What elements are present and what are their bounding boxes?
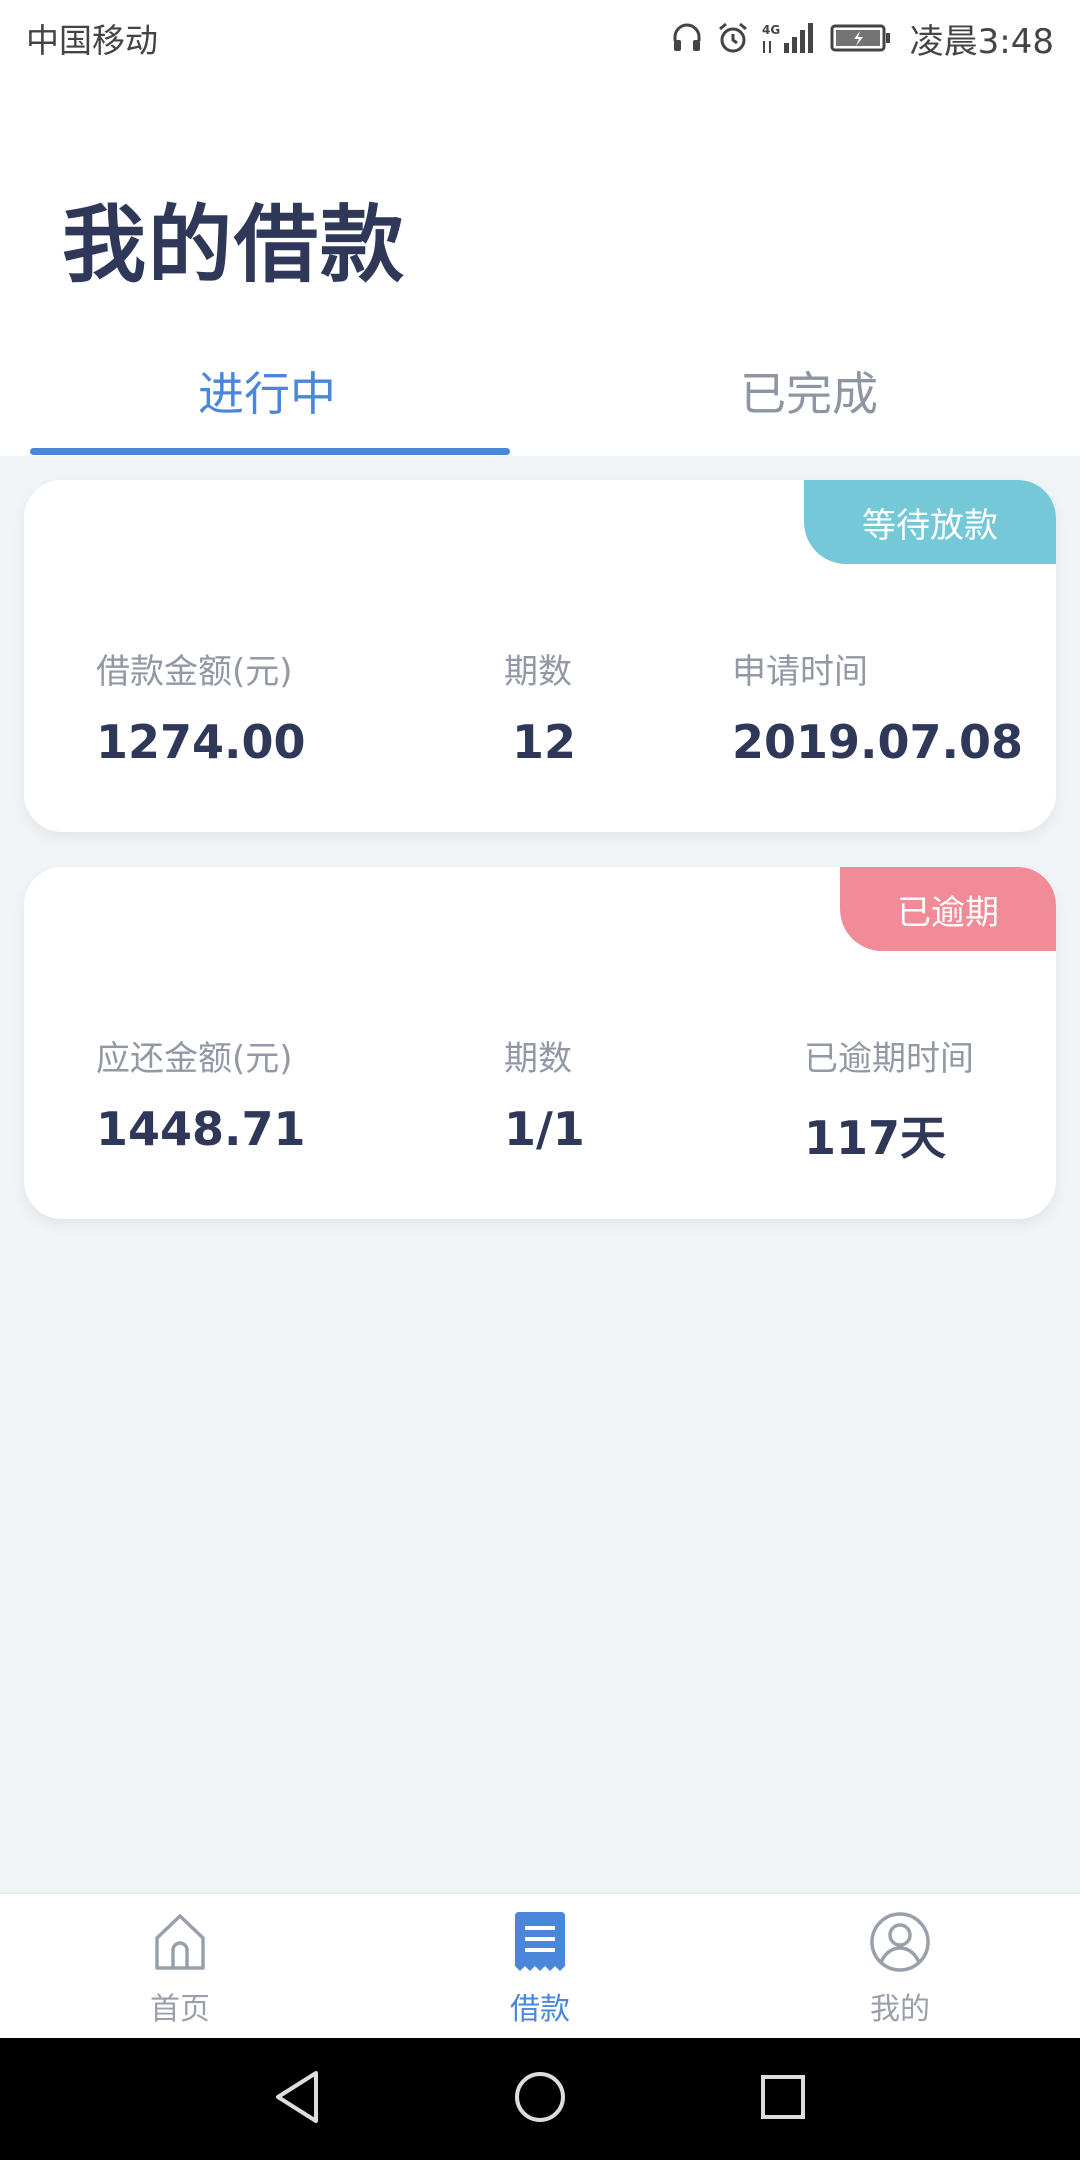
field-label: 借款金额(元) xyxy=(96,652,293,692)
nav-loan[interactable]: 借款 xyxy=(440,1910,640,2028)
nav-label: 我的 xyxy=(870,1992,930,2027)
status-bar: 中国移动 4G 凌晨3:48 xyxy=(0,0,1080,76)
field-value: 2019.07.08 xyxy=(732,715,1024,769)
field-label: 已逾期时间 xyxy=(804,1039,974,1079)
headset-icon xyxy=(670,21,704,55)
bottom-navigation: 首页 借款 我的 xyxy=(0,1892,1080,2038)
system-navigation-bar xyxy=(0,2038,1080,2160)
battery-icon xyxy=(830,22,892,54)
field-value: 1448.71 xyxy=(96,1102,306,1156)
recents-icon[interactable] xyxy=(758,2072,808,2126)
field-value: 1/1 xyxy=(504,1102,585,1156)
status-badge: 等待放款 xyxy=(804,480,1056,564)
installments-field: 期数 1/1 xyxy=(504,1031,585,1156)
field-label: 期数 xyxy=(504,1039,572,1079)
active-tab-indicator xyxy=(30,448,510,455)
carrier-name: 中国移动 xyxy=(26,21,158,60)
profile-icon xyxy=(868,1910,932,1978)
loan-amount-field: 借款金额(元) 1274.00 xyxy=(96,644,306,769)
due-amount-field: 应还金额(元) 1448.71 xyxy=(96,1031,306,1156)
status-icons: 4G 凌晨3:48 xyxy=(670,14,1054,63)
tab-in-progress[interactable]: 进行中 xyxy=(198,358,336,424)
nav-label: 借款 xyxy=(510,1992,570,2027)
nav-mine[interactable]: 我的 xyxy=(800,1910,1000,2028)
field-label: 申请时间 xyxy=(732,652,868,692)
tab-completed[interactable]: 已完成 xyxy=(740,358,878,424)
nav-home[interactable]: 首页 xyxy=(80,1910,280,2028)
installments-field: 期数 12 xyxy=(504,644,576,769)
clock-time: 凌晨3:48 xyxy=(909,21,1054,62)
overdue-duration-field: 已逾期时间 117天 xyxy=(804,1031,974,1168)
field-label: 期数 xyxy=(504,652,572,692)
apply-date-field: 申请时间 2019.07.08 xyxy=(732,644,1023,769)
loan-card-pending[interactable]: 等待放款 借款金额(元) 1274.00 期数 12 申请时间 2019.07.… xyxy=(24,480,1056,832)
svg-text:4G: 4G xyxy=(762,23,780,37)
signal-icon: 4G xyxy=(762,21,818,55)
loan-document-icon xyxy=(511,1910,569,1978)
home-circle-icon[interactable] xyxy=(512,2069,568,2129)
nav-label: 首页 xyxy=(150,1992,210,2027)
page-title: 我的借款 xyxy=(62,196,407,294)
loan-list: 等待放款 借款金额(元) 1274.00 期数 12 申请时间 2019.07.… xyxy=(0,456,1080,1892)
field-value: 12 xyxy=(512,715,577,769)
field-value: 1274.00 xyxy=(96,715,306,769)
status-badge: 已逾期 xyxy=(840,867,1056,951)
field-value: 117天 xyxy=(804,1111,947,1165)
field-label: 应还金额(元) xyxy=(96,1039,293,1079)
home-icon xyxy=(151,1910,209,1978)
loan-tabs: 进行中 已完成 xyxy=(0,340,1080,456)
alarm-icon xyxy=(716,21,750,55)
back-icon[interactable] xyxy=(272,2069,322,2129)
loan-card-overdue[interactable]: 已逾期 应还金额(元) 1448.71 期数 1/1 已逾期时间 117天 xyxy=(24,867,1056,1219)
